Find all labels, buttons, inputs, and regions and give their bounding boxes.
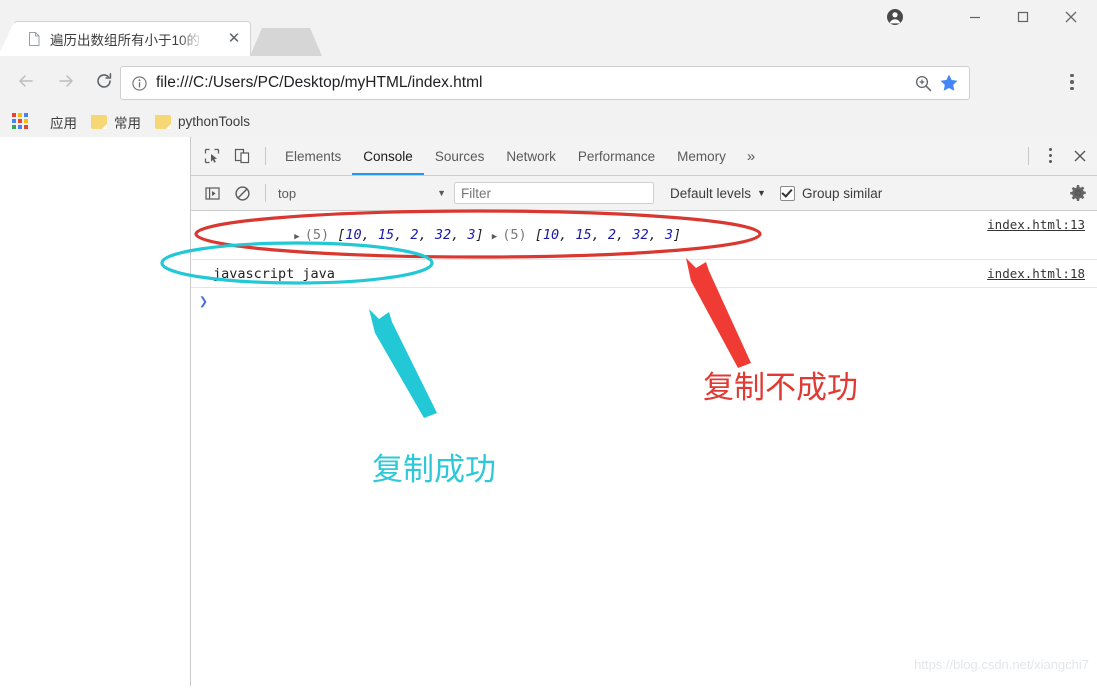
array-value: 10 — [345, 227, 362, 243]
devtools-panel: Elements Console Sources Network Perform… — [191, 137, 1097, 686]
bookmark-item-folder-common[interactable]: 常用 — [91, 112, 141, 132]
expand-triangle-icon[interactable]: ▶ — [492, 232, 497, 242]
background-tab[interactable] — [250, 28, 322, 56]
folder-icon — [91, 114, 107, 129]
bookmark-item-apps[interactable]: 应用 — [43, 112, 77, 132]
bookmark-label: 应用 — [50, 115, 77, 131]
devtools-close-icon[interactable] — [1063, 143, 1097, 169]
expand-triangle-icon[interactable]: ▶ — [294, 232, 299, 242]
reload-icon[interactable] — [88, 65, 120, 97]
tab-strip: 遍历出数组所有小于10的 ✕ — [0, 0, 1097, 56]
browser-toolbar: file:///C:/Users/PC/Desktop/myHTML/index… — [0, 56, 1097, 106]
profile-avatar-icon[interactable] — [872, 2, 918, 32]
inspect-element-icon[interactable] — [197, 142, 227, 170]
browser-tab[interactable]: 遍历出数组所有小于10的 ✕ — [0, 22, 250, 56]
devtools-tabbar-right — [1020, 137, 1097, 174]
array-value: 10 — [542, 227, 560, 243]
minimize-icon[interactable] — [952, 2, 998, 32]
devtools-menu-icon[interactable] — [1037, 143, 1063, 169]
browser-chrome: 遍历出数组所有小于10的 ✕ — [0, 0, 1097, 56]
array-value: 3 — [664, 227, 673, 243]
maximize-icon[interactable] — [1000, 2, 1046, 32]
bookmark-label: pythonTools — [178, 114, 251, 129]
array-value: 32 — [632, 227, 649, 243]
tab-title: 遍历出数组所有小于10的 — [50, 33, 200, 48]
page-info-icon[interactable] — [131, 75, 148, 92]
log-levels-label: Default levels — [670, 185, 752, 201]
console-sidebar-icon[interactable] — [197, 179, 227, 207]
tab-elements[interactable]: Elements — [274, 138, 352, 175]
gear-icon[interactable] — [1067, 182, 1089, 204]
bookmark-star-icon[interactable] — [939, 73, 959, 93]
source-link[interactable]: index.html:18 — [987, 266, 1085, 281]
checkbox-icon[interactable] — [779, 185, 795, 201]
bookmark-item-folder-pythontools[interactable]: pythonTools — [155, 114, 250, 129]
page-icon — [26, 31, 42, 47]
source-link[interactable]: index.html:13 — [987, 217, 1085, 232]
array-value: 15 — [575, 227, 592, 243]
tab-console[interactable]: Console — [352, 138, 424, 175]
array-length-2: (5) — [502, 227, 527, 243]
console-prompt[interactable]: ❯ — [191, 288, 1097, 314]
divider — [265, 147, 266, 165]
array-value: 2 — [607, 227, 617, 243]
array-length-1: (5) — [304, 227, 330, 243]
page-viewport — [0, 137, 191, 686]
console-filter-input[interactable] — [454, 182, 654, 204]
console-row-text[interactable]: javascript java index.html:18 — [191, 260, 1097, 288]
devtools-tabbar: Elements Console Sources Network Perform… — [191, 137, 1097, 176]
watermark: https://blog.csdn.net/xiangchi7 — [914, 657, 1089, 672]
more-tabs-icon[interactable]: » — [737, 148, 765, 165]
clear-console-icon[interactable] — [227, 179, 257, 207]
folder-icon — [155, 114, 171, 129]
close-icon[interactable]: ✕ — [226, 31, 242, 47]
zoom-in-icon[interactable] — [914, 74, 933, 93]
execution-context-select[interactable]: top ▼ — [274, 182, 454, 204]
chevron-down-icon: ▼ — [757, 188, 766, 198]
tab-network[interactable]: Network — [495, 138, 567, 175]
back-arrow-icon[interactable] — [10, 65, 42, 97]
array-value: 2 — [410, 227, 419, 243]
divider — [1028, 146, 1029, 165]
console-array-output: ▶ (5) [10, 15, 2, 32, 3] ▶ (5) [10, 15, 2,… — [294, 227, 682, 243]
group-similar-toggle[interactable]: Group similar — [779, 185, 883, 201]
array-value: 15 — [377, 227, 395, 243]
apps-grid-icon[interactable] — [12, 113, 29, 130]
console-row-array[interactable]: ▶ (5) [10, 15, 2, 32, 3] ▶ (5) [10, 15, 2,… — [191, 211, 1097, 260]
url-text: file:///C:/Users/PC/Desktop/myHTML/index… — [156, 74, 483, 91]
array-value: 32 — [434, 227, 452, 243]
chevron-down-icon: ▼ — [437, 188, 446, 198]
address-bar[interactable]: file:///C:/Users/PC/Desktop/myHTML/index… — [120, 66, 970, 100]
three-dot-menu-icon[interactable] — [1060, 70, 1084, 94]
array-value: 3 — [467, 227, 476, 243]
group-similar-label: Group similar — [801, 185, 883, 201]
bookmarks-bar: 应用 常用 pythonTools — [0, 106, 1097, 138]
console-text-output: javascript java — [213, 265, 335, 282]
prompt-chevron-icon: ❯ — [199, 292, 209, 310]
tab-sources[interactable]: Sources — [424, 138, 496, 175]
browser-window: 遍历出数组所有小于10的 ✕ file:///C:/Users/PC/Deskt… — [0, 0, 1097, 686]
bookmark-label: 常用 — [114, 115, 141, 131]
close-icon[interactable] — [1048, 2, 1094, 32]
divider — [265, 184, 266, 202]
device-toolbar-icon[interactable] — [227, 142, 257, 170]
forward-arrow-icon[interactable] — [50, 65, 82, 97]
tab-performance[interactable]: Performance — [567, 138, 666, 175]
console-output: ▶ (5) [10, 15, 2, 32, 3] ▶ (5) [10, 15, 2,… — [191, 211, 1097, 686]
log-levels-dropdown[interactable]: Default levels ▼ — [670, 186, 766, 201]
execution-context-value: top — [278, 185, 297, 201]
console-filter-bar: top ▼ Default levels ▼ Group similar — [191, 176, 1097, 211]
tab-memory[interactable]: Memory — [666, 138, 737, 175]
